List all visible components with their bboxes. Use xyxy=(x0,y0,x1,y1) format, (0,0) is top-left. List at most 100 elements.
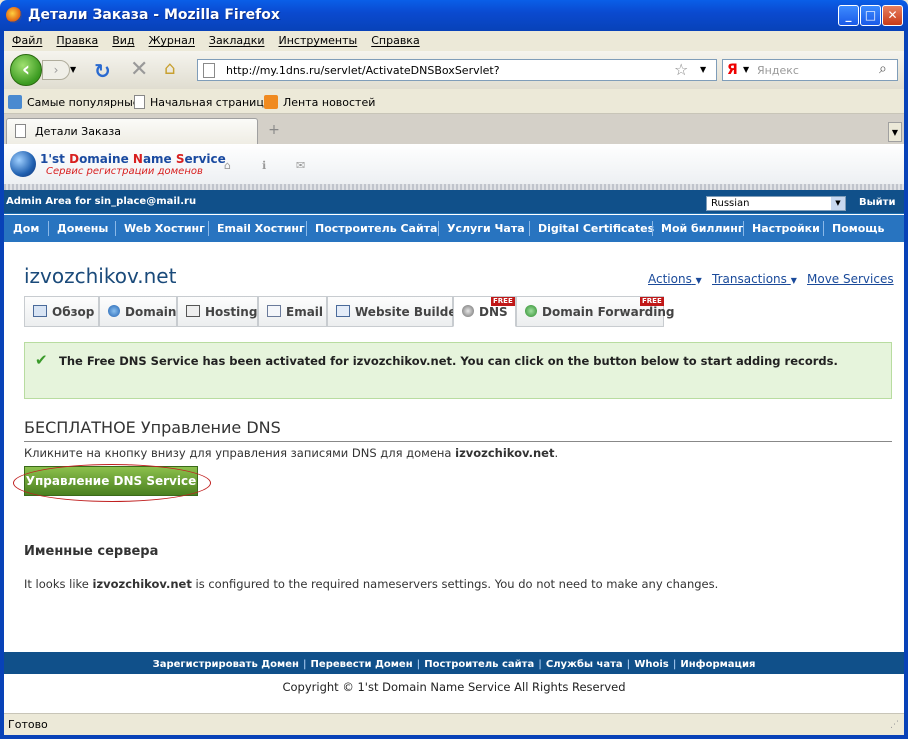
nav-my-billing[interactable]: Мой биллинг xyxy=(661,222,744,235)
nav-separator xyxy=(115,221,116,236)
language-select[interactable]: Russian ▼ xyxy=(706,196,846,211)
info-icon[interactable]: ℹ xyxy=(262,159,266,172)
menu-help[interactable]: Справка xyxy=(371,34,419,47)
admin-label: Admin Area for sin_place@mail.ru xyxy=(6,196,197,207)
navigation-toolbar: ‹ › ▼ ↻ ✕ ⌂ http://my.1dns.ru/servlet/Ac… xyxy=(4,51,904,89)
search-engine-icon[interactable]: Я xyxy=(727,62,738,78)
page-icon xyxy=(134,95,145,109)
search-input[interactable]: Яндекс xyxy=(757,64,799,77)
reload-icon[interactable]: ↻ xyxy=(94,59,111,83)
bookmark-star-icon[interactable]: ☆ xyxy=(674,60,688,79)
bookmark-start-page[interactable]: Начальная страница xyxy=(134,95,271,109)
forward-icon[interactable]: › xyxy=(42,60,70,80)
dns-divider xyxy=(24,441,892,442)
tab-email[interactable]: Email xyxy=(258,296,327,327)
menu-tools[interactable]: Инструменты xyxy=(279,34,358,47)
nav-email-hosting[interactable]: Email Хостинг xyxy=(217,222,305,235)
window-title-bar[interactable]: Детали Заказа - Mozilla Firefox _ □ ✕ xyxy=(0,0,908,31)
tab-overview[interactable]: Обзор xyxy=(24,296,99,327)
tab-hosting[interactable]: Hosting xyxy=(177,296,258,327)
tab-list-icon[interactable]: ▼ xyxy=(888,122,902,142)
search-icon[interactable]: ⌕ xyxy=(879,61,887,77)
nav-chat-services[interactable]: Услуги Чата xyxy=(447,222,525,235)
forwarding-icon xyxy=(525,305,537,317)
site-logo-title[interactable]: 1'st Domaine Name Service xyxy=(40,152,226,166)
new-tab-button[interactable]: + xyxy=(262,122,286,142)
logout-link[interactable]: Выйти xyxy=(859,197,895,208)
chevron-down-icon: ▼ xyxy=(831,197,845,210)
window-frame-bottom xyxy=(0,735,908,739)
site-logo-subtitle: Сервис регистрации доменов xyxy=(46,166,203,177)
menu-file[interactable]: Файл xyxy=(12,34,42,47)
maximize-button[interactable]: □ xyxy=(860,5,881,26)
search-bar[interactable]: Я ▼ Яндекс ⌕ xyxy=(722,59,898,81)
url-bar[interactable]: http://my.1dns.ru/servlet/ActivateDNSBox… xyxy=(197,59,717,81)
menu-bar: Файл Правка Вид Журнал Закладки Инструменты Сп… xyxy=(4,31,904,51)
close-button[interactable]: ✕ xyxy=(882,5,903,26)
admin-bar: Admin Area for sin_place@mail.ru Russian… xyxy=(4,190,904,214)
nav-domains[interactable]: Домены xyxy=(57,222,108,235)
bookmarks-toolbar: Самые популярные Начальная страница Лент… xyxy=(4,89,904,114)
nav-home[interactable]: Дом xyxy=(13,222,39,235)
nav-settings[interactable]: Настройки xyxy=(752,222,820,235)
firefox-icon xyxy=(6,7,22,23)
nameservers-heading: Именные сервера xyxy=(24,544,159,559)
home-icon[interactable]: ⌂ xyxy=(224,159,231,172)
nav-digital-certificates[interactable]: Digital Certificates xyxy=(538,222,654,235)
url-text[interactable]: http://my.1dns.ru/servlet/ActivateDNSBox… xyxy=(226,64,500,77)
nav-web-hosting[interactable]: Web Хостинг xyxy=(124,222,205,235)
bookmark-news-feed[interactable]: Лента новостей xyxy=(264,95,375,109)
nameservers-description: It looks like izvozchikov.net is configu… xyxy=(24,577,719,591)
history-dropdown-icon[interactable]: ▼ xyxy=(70,65,76,74)
menu-history[interactable]: Журнал xyxy=(149,34,195,47)
search-engine-dropdown-icon[interactable]: ▼ xyxy=(743,65,749,74)
grid-icon xyxy=(33,305,47,317)
actions-menu[interactable]: Actions ▼ xyxy=(648,272,702,286)
tab-order-details[interactable]: Детали Заказа xyxy=(6,118,258,144)
page-icon xyxy=(203,63,215,78)
domain-title: izvozchikov.net xyxy=(24,264,177,288)
menu-bookmarks[interactable]: Закладки xyxy=(209,34,265,47)
server-icon xyxy=(186,305,200,317)
transactions-menu[interactable]: Transactions ▼ xyxy=(712,272,797,286)
footer-transfer-domain[interactable]: Перевести Домен xyxy=(311,659,413,670)
nav-separator xyxy=(306,221,307,236)
footer-register-domain[interactable]: Зарегистрировать Домен xyxy=(153,659,299,670)
dns-heading: БЕСПЛАТНОЕ Управление DNS xyxy=(24,418,281,437)
url-dropdown-icon[interactable]: ▼ xyxy=(700,65,706,74)
stop-icon[interactable]: ✕ xyxy=(130,57,148,82)
bookmark-most-visited[interactable]: Самые популярные xyxy=(8,95,140,109)
site-header: 1'st Domaine Name Service Сервис регистр… xyxy=(4,144,904,186)
highlight-annotation xyxy=(13,464,211,502)
nav-separator xyxy=(529,221,530,236)
menu-edit[interactable]: Правка xyxy=(56,34,98,47)
home-icon[interactable]: ⌂ xyxy=(164,58,175,79)
back-icon[interactable]: ‹ xyxy=(10,54,42,86)
service-tabs: Обзор Domain Hosting Email Website Build… xyxy=(24,296,674,327)
globe-logo-icon xyxy=(10,151,36,177)
dns-description: Кликните на кнопку внизу для управления … xyxy=(24,446,559,460)
resize-grip-icon[interactable]: ⋰ xyxy=(890,720,899,730)
mail-icon[interactable]: ✉ xyxy=(296,159,305,172)
minimize-button[interactable]: _ xyxy=(838,5,859,26)
checkmark-icon: ✔ xyxy=(35,351,48,369)
tab-label: Детали Заказа xyxy=(35,125,121,138)
free-badge: FREE xyxy=(640,297,664,306)
nav-help[interactable]: Помощь xyxy=(832,222,884,235)
footer-info[interactable]: Информация xyxy=(680,659,755,670)
tab-website-builder[interactable]: Website Builder xyxy=(327,296,462,327)
menu-view[interactable]: Вид xyxy=(112,34,134,47)
layout-icon xyxy=(336,305,350,317)
status-text: Готово xyxy=(8,718,48,731)
footer-site-builder[interactable]: Построитель сайта xyxy=(424,659,534,670)
move-services-link[interactable]: Move Services xyxy=(807,272,894,286)
main-nav: Дом Домены Web Хостинг Email Хостинг Пос… xyxy=(4,215,904,242)
tab-domain[interactable]: Domain xyxy=(99,296,177,327)
footer-whois[interactable]: Whois xyxy=(634,659,668,670)
footer-nav: Зарегистрировать Домен | Перевести Домен | П… xyxy=(4,652,904,674)
footer-chat-services[interactable]: Службы чата xyxy=(546,659,623,670)
nav-site-builder[interactable]: Построитель Сайта xyxy=(315,222,437,235)
tab-bar: Детали Заказа + ▼ xyxy=(4,114,904,144)
page-icon xyxy=(15,124,26,138)
nav-separator xyxy=(743,221,744,236)
